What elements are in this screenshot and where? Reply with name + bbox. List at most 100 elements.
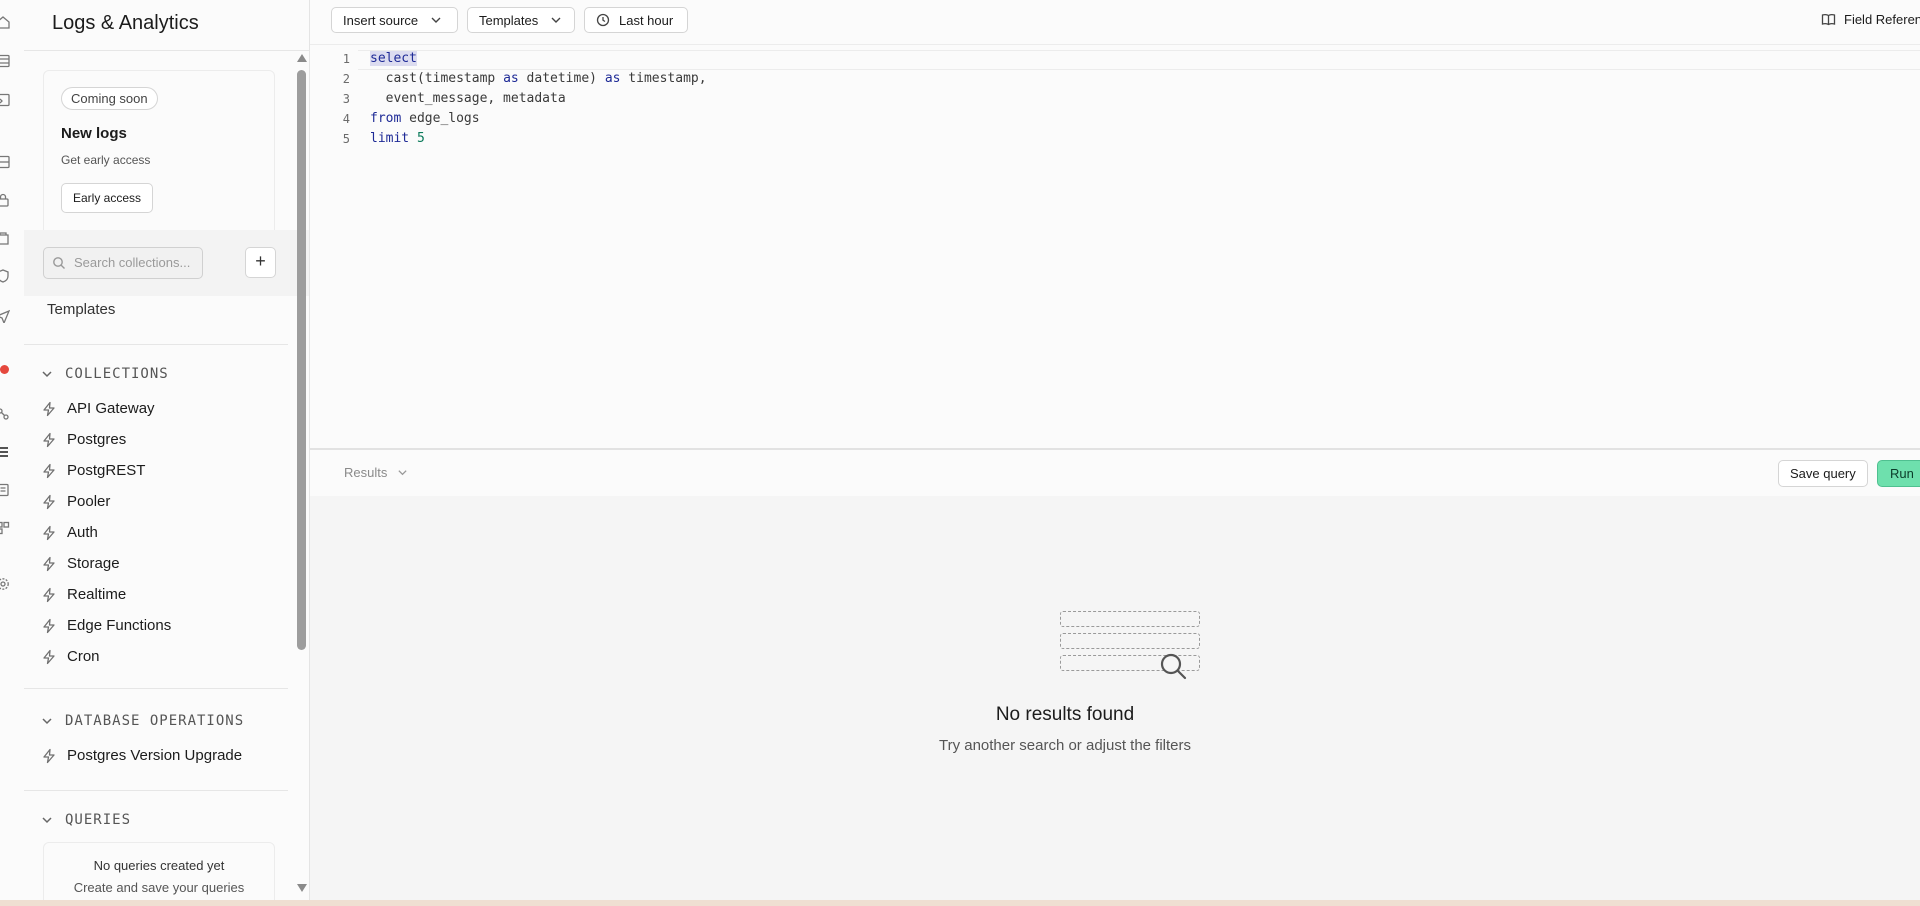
results-label: Results: [344, 465, 388, 480]
send-icon[interactable]: [0, 309, 10, 323]
collection-item-postgres[interactable]: Postgres: [41, 431, 126, 448]
collection-label: Edge Functions: [67, 617, 172, 634]
add-collection-button[interactable]: +: [245, 247, 276, 278]
field-reference-button[interactable]: Field Reference: [1821, 12, 1920, 27]
insert-source-dropdown[interactable]: Insert source: [331, 7, 458, 33]
empty-placeholder-row: [1060, 611, 1200, 627]
insert-source-label: Insert source: [343, 12, 419, 28]
bolt-icon: [43, 556, 55, 571]
collection-label: Storage: [67, 555, 120, 572]
bolt-icon: [43, 748, 55, 763]
logs-icon[interactable]: [0, 445, 10, 459]
book-icon: [1821, 14, 1836, 26]
collections-section-header[interactable]: COLLECTIONS: [41, 366, 169, 382]
results-header: Results Save query Run: [310, 448, 1920, 496]
early-access-button[interactable]: Early access: [61, 183, 154, 213]
code-line-1: select: [370, 51, 417, 66]
line-number: 3: [342, 92, 350, 106]
chevron-down-icon: [42, 371, 52, 378]
bolt-icon: [43, 618, 55, 633]
current-line-highlight: [358, 50, 1920, 70]
database-operations-section-header[interactable]: DATABASE OPERATIONS: [41, 713, 244, 729]
database-icon[interactable]: [0, 155, 10, 169]
search-bar-area: +: [24, 230, 309, 296]
collection-item-api-gateway[interactable]: API Gateway: [41, 400, 155, 417]
chevron-down-icon: [42, 817, 52, 824]
bolt-icon: [43, 401, 55, 416]
chevron-down-icon: [551, 17, 561, 23]
line-number: 1: [342, 52, 350, 66]
no-queries-subtitle: Create and save your queries: [73, 880, 245, 895]
run-button[interactable]: Run: [1877, 460, 1920, 487]
search-collections-input[interactable]: [72, 254, 200, 271]
scroll-up-arrow-icon[interactable]: [297, 54, 307, 62]
collection-label: PostgREST: [67, 462, 146, 479]
divider: [24, 50, 309, 51]
bolt-icon: [43, 463, 55, 478]
save-query-button[interactable]: Save query: [1778, 460, 1868, 487]
promo-subtitle: Get early access: [61, 153, 151, 167]
sidebar-scrollbar[interactable]: [295, 52, 309, 900]
line-number: 4: [342, 112, 350, 126]
collection-item-auth[interactable]: Auth: [41, 524, 98, 541]
api-icon[interactable]: [0, 407, 10, 421]
integrations-icon[interactable]: [0, 521, 10, 535]
results-panel: No results found Try another search or a…: [310, 496, 1920, 900]
queries-section-header[interactable]: QUERIES: [41, 812, 131, 828]
collection-item-edge-functions[interactable]: Edge Functions: [41, 617, 171, 634]
collection-label: Cron: [67, 648, 100, 665]
collections-heading: COLLECTIONS: [65, 366, 169, 382]
auth-icon[interactable]: [0, 193, 10, 207]
collection-item-postgrest[interactable]: PostgREST: [41, 462, 145, 479]
scroll-thumb[interactable]: [297, 70, 306, 650]
collection-item-storage[interactable]: Storage: [41, 555, 120, 572]
bolt-icon: [43, 432, 55, 447]
reports-icon[interactable]: [0, 483, 10, 497]
collection-label: Realtime: [67, 586, 127, 603]
divider: [24, 790, 288, 791]
templates-dropdown[interactable]: Templates: [467, 7, 575, 33]
collection-item-cron[interactable]: Cron: [41, 648, 100, 665]
field-reference-label: Field Reference: [1844, 12, 1920, 27]
no-queries-title: No queries created yet: [93, 858, 225, 873]
code-line-5: limit 5: [370, 131, 425, 146]
line-number: 5: [342, 132, 350, 146]
no-results-subtitle: Try another search or adjust the filters: [938, 737, 1192, 754]
code-line-4: from edge_logs: [370, 111, 480, 126]
storage-icon[interactable]: [0, 231, 10, 245]
search-collections-field[interactable]: [43, 247, 203, 279]
code-line-2: cast(timestamp as datetime) as timestamp…: [370, 71, 707, 86]
divider: [24, 344, 288, 345]
chevron-down-icon: [398, 470, 407, 476]
operation-item-postgres-version-upgrade[interactable]: Postgres Version Upgrade: [41, 747, 242, 764]
collection-item-realtime[interactable]: Realtime: [41, 586, 126, 603]
search-icon: [53, 257, 65, 269]
collection-item-pooler[interactable]: Pooler: [41, 493, 110, 510]
chevron-down-icon: [42, 718, 52, 725]
bolt-icon: [43, 587, 55, 602]
shield-icon[interactable]: [0, 269, 10, 283]
settings-icon[interactable]: [0, 577, 10, 591]
no-queries-card: No queries created yet Create and save y…: [43, 842, 275, 900]
time-range-button[interactable]: Last hour: [584, 7, 688, 33]
sql-editor-icon[interactable]: [0, 93, 10, 107]
collection-label: Auth: [67, 524, 98, 541]
sidebar-title: Logs & Analytics: [52, 12, 199, 34]
queries-heading: QUERIES: [65, 812, 132, 828]
collection-label: API Gateway: [67, 400, 155, 417]
sql-editor[interactable]: 1 2 3 4 5 select cast(timestamp as datet…: [310, 45, 1920, 448]
home-icon[interactable]: [0, 15, 10, 29]
taskbar-strip: [0, 900, 1920, 906]
notification-dot: [0, 365, 9, 374]
scroll-down-arrow-icon[interactable]: [297, 884, 307, 892]
bolt-icon: [43, 525, 55, 540]
bolt-icon: [43, 649, 55, 664]
coming-soon-badge: Coming soon: [61, 87, 158, 110]
results-dropdown[interactable]: Results: [344, 465, 408, 480]
operation-label: Postgres Version Upgrade: [67, 747, 243, 764]
collection-label: Postgres: [67, 431, 127, 448]
templates-link[interactable]: Templates: [47, 301, 115, 318]
collection-label: Pooler: [67, 493, 111, 510]
empty-placeholder-row: [1060, 633, 1200, 649]
table-icon[interactable]: [0, 54, 10, 68]
